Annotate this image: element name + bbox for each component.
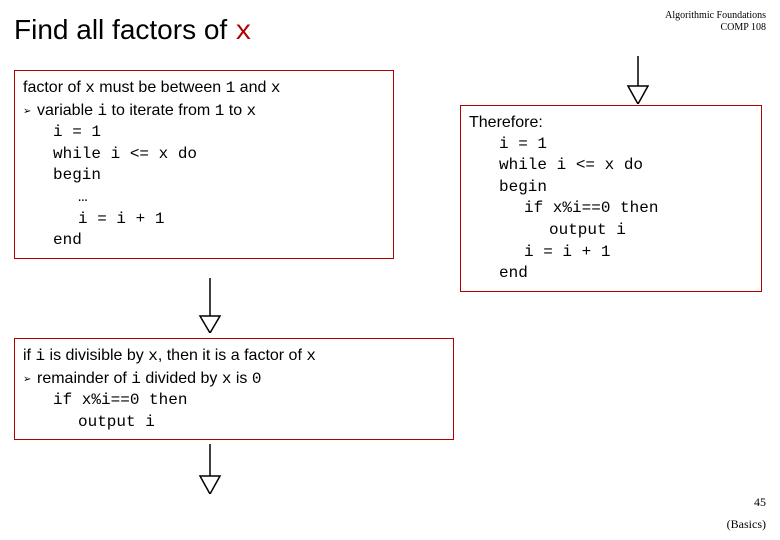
text: to iterate from <box>107 102 215 119</box>
arrow-down-icon <box>618 56 658 104</box>
num-1: 1 <box>215 102 225 120</box>
slide-title: Find all factors of x <box>14 14 252 48</box>
box1-line1: factor of x must be between 1 and x <box>23 77 385 100</box>
code: output i <box>23 412 445 434</box>
box2-line1: if i is divisible by x, then it is a fac… <box>23 345 445 368</box>
code: i = i + 1 <box>469 242 753 264</box>
var-i: i <box>97 102 107 120</box>
text: remainder of <box>37 370 131 387</box>
box1-line2: ➢variable i to iterate from 1 to x <box>23 100 385 123</box>
var-x: x <box>247 102 257 120</box>
title-text: Find all factors of <box>14 14 235 45</box>
code: i = i + 1 <box>23 209 385 231</box>
footer-basics: (Basics) <box>727 517 766 532</box>
code: while i <= x do <box>469 155 753 177</box>
text: and <box>235 79 271 96</box>
arrow-down-icon <box>190 444 230 494</box>
box2-line2: ➢remainder of i divided by x is 0 <box>23 368 445 391</box>
var-i: i <box>131 370 141 388</box>
code: i = 1 <box>469 134 753 156</box>
code: end <box>469 263 753 285</box>
slide-number: 45 <box>754 495 766 510</box>
course-header: Algorithmic Foundations COMP 108 <box>665 10 766 34</box>
var-x: x <box>85 79 95 97</box>
var-x: x <box>148 347 158 365</box>
var-x: x <box>306 347 316 365</box>
code: if x%i==0 then <box>469 198 753 220</box>
text: divided by <box>141 370 222 387</box>
code: begin <box>469 177 753 199</box>
course-line1: Algorithmic Foundations <box>665 10 766 22</box>
title-var-x: x <box>235 17 252 48</box>
num-0: 0 <box>252 370 262 388</box>
box-iterate: factor of x must be between 1 and x ➢var… <box>14 70 394 259</box>
var-x: x <box>271 79 281 97</box>
bullet-icon: ➢ <box>23 105 37 119</box>
therefore-label: Therefore: <box>469 112 753 134</box>
num-1: 1 <box>226 79 236 97</box>
course-line2: COMP 108 <box>665 22 766 34</box>
code: end <box>23 230 385 252</box>
text: is divisible by <box>45 347 148 364</box>
box-divisible: if i is divisible by x, then it is a fac… <box>14 338 454 440</box>
bullet-icon: ➢ <box>23 373 37 387</box>
text: to <box>224 102 246 119</box>
code: … <box>23 187 385 209</box>
code: output i <box>469 220 753 242</box>
text: if <box>23 347 35 364</box>
arrow-down-icon <box>190 278 230 333</box>
code: i = 1 <box>23 122 385 144</box>
text: must be between <box>95 79 226 96</box>
code: while i <= x do <box>23 144 385 166</box>
code: begin <box>23 165 385 187</box>
var-i: i <box>35 347 45 365</box>
text: variable <box>37 102 97 119</box>
code: if x%i==0 then <box>23 390 445 412</box>
box-therefore: Therefore: i = 1 while i <= x do begin i… <box>460 105 762 292</box>
text: factor of <box>23 79 85 96</box>
var-x: x <box>222 370 232 388</box>
text: , then it is a factor of <box>158 347 307 364</box>
text: is <box>231 370 251 387</box>
